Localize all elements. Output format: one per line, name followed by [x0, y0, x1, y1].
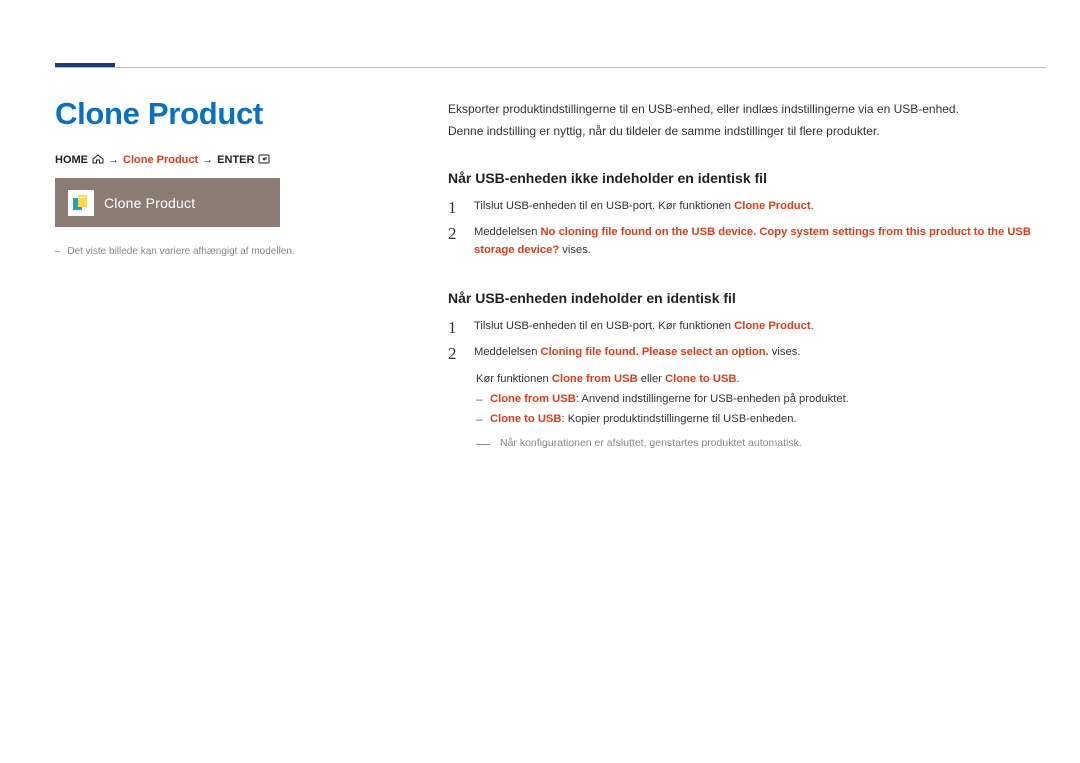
preview-box: Clone Product	[55, 178, 280, 227]
text: Meddelelsen	[474, 346, 541, 358]
text: .	[737, 373, 740, 385]
accent-text: Clone from USB	[552, 373, 638, 385]
option-clone-from-usb: Clone from USB: Anvend indstillingerne f…	[476, 391, 1044, 408]
text: Meddelelsen	[474, 226, 541, 238]
run-line: Kør funktionen Clone from USB eller Clon…	[476, 371, 1044, 388]
step-body: Meddelelsen Cloning file found. Please s…	[474, 344, 1044, 362]
accent-text: Clone to USB	[665, 373, 736, 385]
intro-block: Eksporter produktindstillingerne til en …	[448, 100, 1044, 140]
option-clone-to-usb: Clone to USB: Kopier produktindstillinge…	[476, 411, 1044, 428]
section2-heading: Når USB-enheden indeholder en identisk f…	[448, 288, 1044, 310]
step-body: Meddelelsen No cloning file found on the…	[474, 224, 1044, 260]
section1-step2: 2 Meddelelsen No cloning file found on t…	[448, 224, 1044, 260]
breadcrumb-item: Clone Product	[123, 154, 198, 166]
text: Kør funktionen	[476, 373, 552, 385]
clone-product-icon	[68, 190, 94, 216]
auto-restart-note: Når konfigurationen er afsluttet, gensta…	[476, 435, 1044, 451]
text: eller	[638, 373, 665, 385]
home-icon	[92, 154, 104, 166]
preview-label: Clone Product	[104, 195, 195, 211]
intro-line-1: Eksporter produktindstillingerne til en …	[448, 100, 1044, 119]
main-content: Eksporter produktindstillingerne til en …	[448, 100, 1044, 451]
step-body: Tilslut USB-enheden til en USB-port. Kør…	[474, 318, 1044, 336]
text: .	[811, 320, 814, 332]
accent-text: Clone from USB	[490, 393, 576, 405]
arrow2: →	[202, 154, 213, 166]
step-number: 1	[448, 318, 460, 338]
text: Tilslut USB-enheden til en USB-port. Kør…	[474, 320, 734, 332]
text: vises.	[769, 346, 801, 358]
text: .	[811, 200, 814, 212]
image-footnote: – Det viste billede kan variere afhængig…	[55, 246, 295, 257]
step-number: 1	[448, 198, 460, 218]
breadcrumb-home: HOME	[55, 154, 88, 166]
step-number: 2	[448, 344, 460, 364]
section1-step1: 1 Tilslut USB-enheden til en USB-port. K…	[448, 198, 1044, 218]
enter-icon	[258, 154, 272, 166]
text: Tilslut USB-enheden til en USB-port. Kør…	[474, 200, 734, 212]
section2-detail: Kør funktionen Clone from USB eller Clon…	[476, 371, 1044, 451]
accent-text: Clone Product	[734, 200, 810, 212]
page-title: Clone Product	[55, 96, 263, 132]
text: : Anvend indstillingerne for USB-enheden…	[576, 393, 849, 405]
accent-text: Clone to USB	[490, 413, 561, 425]
step-body: Tilslut USB-enheden til en USB-port. Kør…	[474, 198, 1044, 216]
top-rule	[55, 67, 1046, 68]
text: vises.	[559, 244, 591, 256]
accent-text: Cloning file found. Please select an opt…	[541, 346, 769, 358]
text: : Kopier produktindstillingerne til USB-…	[561, 413, 796, 425]
section2-step2: 2 Meddelelsen Cloning file found. Please…	[448, 344, 1044, 364]
arrow1: →	[108, 154, 119, 166]
footnote-text: Det viste billede kan variere afhængigt …	[67, 246, 294, 257]
accent-text: No cloning file found on the USB device.…	[474, 226, 1031, 256]
breadcrumb: HOME → Clone Product → ENTER	[55, 154, 272, 166]
section2-step1: 1 Tilslut USB-enheden til en USB-port. K…	[448, 318, 1044, 338]
step-number: 2	[448, 224, 460, 244]
breadcrumb-enter: ENTER	[217, 154, 254, 166]
accent-text: Clone Product	[734, 320, 810, 332]
intro-line-2: Denne indstilling er nyttig, når du tild…	[448, 122, 1044, 141]
section1-heading: Når USB-enheden ikke indeholder en ident…	[448, 168, 1044, 190]
